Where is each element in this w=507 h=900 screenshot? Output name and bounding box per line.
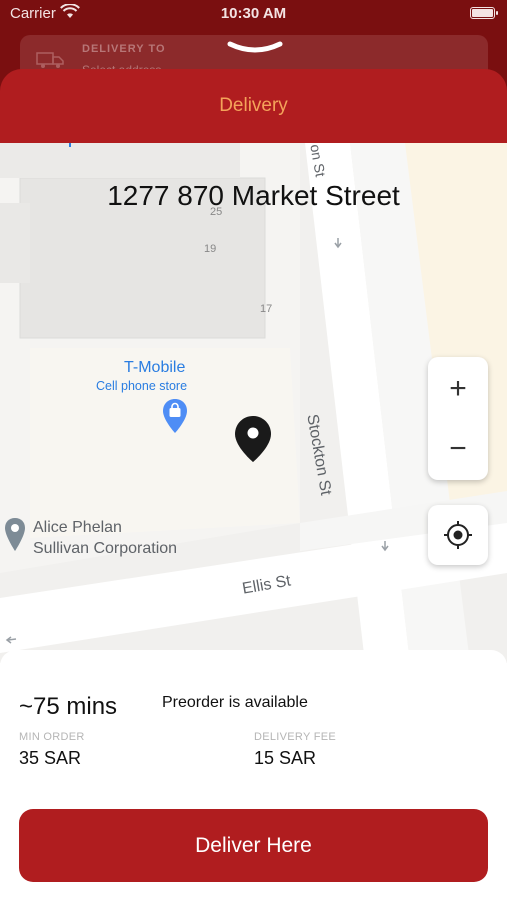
battery-icon — [470, 7, 498, 19]
zoom-out-button[interactable]: − — [428, 419, 488, 479]
zoom-in-button[interactable]: + — [428, 359, 488, 419]
current-location-button[interactable] — [428, 505, 488, 565]
poi2-line1: Alice Phelan — [33, 519, 122, 536]
sheet-header: Delivery — [0, 69, 507, 145]
truck-icon — [36, 52, 64, 68]
building-pin-icon[interactable] — [4, 517, 26, 553]
eta-value: ~75 mins — [19, 693, 118, 720]
poi-name[interactable]: T-Mobile — [124, 359, 185, 377]
location-pin-icon — [235, 416, 271, 462]
clock: 10:30 AM — [220, 5, 287, 22]
delivery-to-label: DELIVERY TO — [82, 43, 166, 55]
sheet-collapse-chevron-icon[interactable] — [226, 40, 284, 56]
deliver-here-button[interactable]: Deliver Here — [19, 809, 488, 882]
poi2-line2: Sullivan Corporation — [33, 540, 178, 557]
building-number: 19 — [204, 243, 217, 255]
poi-alice-phelan[interactable]: Alice Phelan Sullivan Corporation — [33, 517, 177, 559]
delivery-fee-value: 15 SAR — [254, 748, 317, 768]
preorder-note: Preorder is available — [162, 694, 308, 711]
building-number: 17 — [260, 303, 273, 315]
min-order-value: 35 SAR — [19, 748, 82, 768]
shopping-bag-pin-icon[interactable] — [162, 398, 188, 434]
sheet-title: Delivery — [219, 95, 288, 116]
crosshair-icon — [444, 521, 472, 549]
selected-address: 1277 870 Market Street — [107, 180, 400, 211]
map-view[interactable]: 1277 870 Market Street 25 19 17 on St T-… — [0, 143, 507, 663]
poi-category[interactable]: Cell phone store — [96, 379, 187, 393]
status-bar: Carrier 10:30 AM — [0, 0, 507, 28]
delivery-info-panel: ~75 mins Preorder is available MIN ORDER… — [0, 650, 507, 900]
delivery-fee-label: DELIVERY FEE — [254, 731, 337, 743]
min-order-label: MIN ORDER — [19, 731, 85, 743]
building-number: 25 — [210, 206, 223, 218]
zoom-controls: + − — [428, 357, 488, 480]
